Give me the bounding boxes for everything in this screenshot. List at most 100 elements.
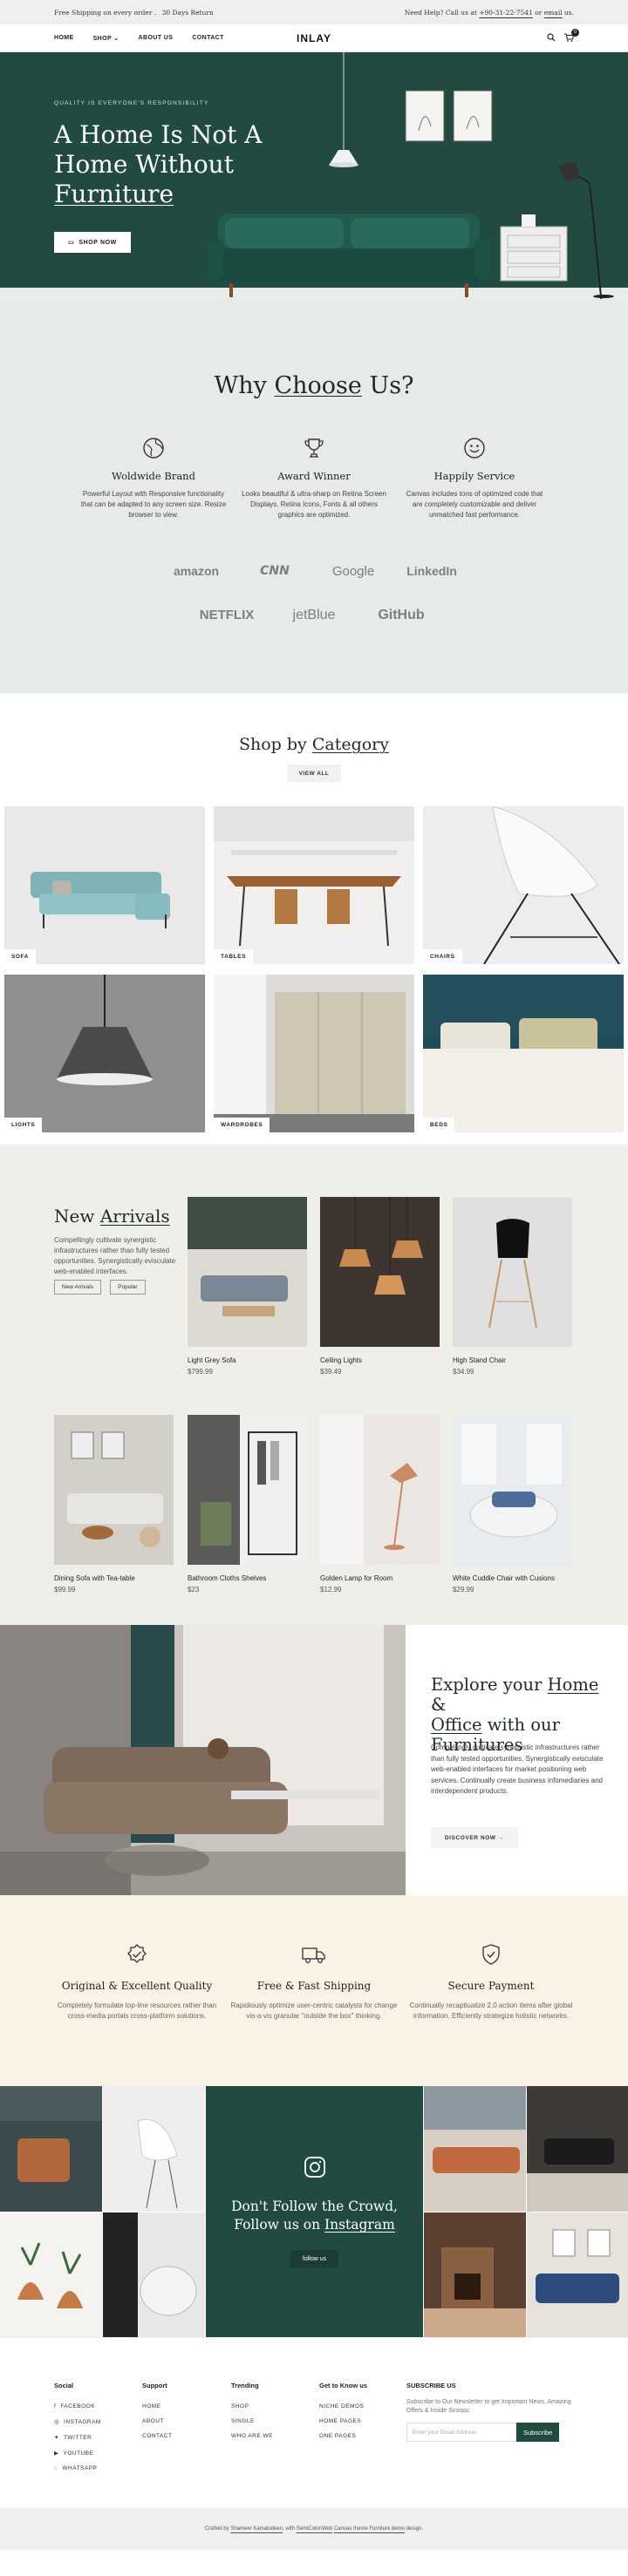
footer-link-twitter[interactable]: ✦ TWITTER [54, 2434, 101, 2442]
copyright-bar: Crafted by Shameer Kamaludeen, with Semi… [0, 2508, 628, 2550]
phone-link[interactable]: +90-31-22-7541 [479, 9, 533, 17]
site-logo[interactable]: INLAY [297, 32, 331, 44]
product-image[interactable] [188, 1415, 307, 1565]
hero-illustration [0, 52, 628, 299]
product-card[interactable]: Dining Sofa with Tea-table $99.99 [54, 1415, 174, 1594]
product-price: $23 [188, 1586, 200, 1594]
feature-title: Happily Service [433, 470, 515, 482]
product-name[interactable]: Light Grey Sofa [188, 1356, 307, 1365]
product-card[interactable]: Golden Lamp for Room $12.99 [320, 1415, 440, 1594]
brand-google-logo: Google [331, 564, 375, 579]
product-price: $34.99 [453, 1368, 474, 1376]
instagram-image[interactable] [424, 2086, 526, 2212]
cart-icon[interactable]: 0 [564, 28, 579, 44]
footer-link[interactable]: WHO ARE WE [231, 2433, 273, 2439]
search-icon[interactable] [547, 32, 556, 44]
instagram-image[interactable] [527, 2086, 628, 2212]
footer-link-whatsapp[interactable]: ◌ WHATSAPP [54, 2465, 101, 2471]
arrivals-title: New Arrivals [54, 1206, 170, 1227]
beds-image [423, 975, 624, 1132]
product-price: $12.99 [320, 1586, 342, 1594]
footer-link-facebook[interactable]: f FACEBOOK [54, 2403, 101, 2409]
feature-title: Secure Payment [447, 1980, 535, 1992]
tab-new-arrivals[interactable]: New Arrivals [54, 1280, 102, 1295]
tab-popular[interactable]: Popular [110, 1280, 146, 1295]
category-tile-beds[interactable]: BEDS [423, 975, 624, 1132]
youtube-icon: ▶ [54, 2450, 59, 2457]
product-name[interactable]: Ceiling Lights [320, 1356, 440, 1365]
instagram-image[interactable] [0, 2086, 102, 2212]
instagram-icon[interactable] [304, 2156, 326, 2178]
product-name[interactable]: Golden Lamp for Room [320, 1573, 440, 1583]
subscribe-button[interactable]: Subscribe [516, 2423, 560, 2442]
author-link[interactable]: Shameer Kamaludeen [230, 2526, 283, 2532]
product-image[interactable] [320, 1415, 440, 1565]
instagram-image[interactable] [424, 2212, 526, 2337]
product-name[interactable]: High Stand Chair [453, 1356, 572, 1365]
chairs-image [423, 806, 624, 964]
hero-section: QUALITY IS EVERYONE'S RESPONSIBILITY A H… [0, 52, 628, 299]
instagram-image[interactable] [103, 2212, 205, 2337]
footer-link[interactable]: ABOUT [142, 2418, 172, 2424]
footer-link[interactable]: SINGLE [231, 2418, 273, 2424]
category-tile-lights[interactable]: LIGHTS [4, 975, 205, 1132]
product-card[interactable]: Bathroom Cloths Shelves $23 [188, 1415, 307, 1594]
footer-link-instagram[interactable]: ◎ INSTAGRAM [54, 2418, 101, 2426]
brand-jetblue-logo: jetBlue [292, 608, 336, 622]
nav-contact[interactable]: CONTACT [192, 35, 224, 42]
product-name[interactable]: Dining Sofa with Tea-table [54, 1573, 174, 1583]
product-card[interactable]: High Stand Chair $34.99 [453, 1197, 572, 1376]
feature-service: Happily Service Canvas includes tons of … [392, 437, 557, 520]
product-image[interactable] [54, 1415, 174, 1565]
instagram-image[interactable] [0, 2212, 102, 2337]
instagram-image[interactable] [527, 2212, 628, 2337]
product-image[interactable] [453, 1197, 572, 1347]
subscribe-text: Subscribe to Our Newsletter to get Impor… [406, 2399, 571, 2414]
top-bar: Free Shipping on every order . 30 Days R… [0, 0, 628, 24]
product-card[interactable]: Ceiling Lights $39.49 [320, 1197, 440, 1376]
semicolonweb-link[interactable]: SemiColonWeb [297, 2526, 333, 2532]
copyright-text: Crafted by Shameer Kamaludeen, with Semi… [204, 2526, 424, 2532]
discover-now-button[interactable]: DISCOVER NOW → [431, 1827, 518, 1848]
feature-text: Canvas includes tons of optimized code t… [406, 490, 543, 519]
feature-payment: Secure Payment Continually recaptiualize… [395, 1943, 587, 2022]
footer-link[interactable]: NICHE DEMOS [319, 2403, 367, 2409]
footer-link-youtube[interactable]: ▶ YOUTUBE [54, 2450, 101, 2457]
email-input[interactable]: Enter your Email Address [406, 2423, 516, 2442]
feature-shipping: Free & Fast Shipping Rapidiously optimiz… [218, 1943, 410, 2022]
nav-about[interactable]: ABOUT US [139, 35, 174, 42]
instagram-section: Don't Follow the Crowd, Follow us on Inst… [0, 2086, 628, 2337]
category-tile-wardrobes[interactable]: WARDROBES [214, 975, 414, 1132]
product-card[interactable]: White Cuddle Chair with Cusions $29.99 [453, 1415, 572, 1594]
product-image[interactable] [320, 1197, 440, 1347]
instagram-title: Don't Follow the Crowd, Follow us on Inst… [231, 2199, 398, 2233]
product-image[interactable] [453, 1415, 572, 1565]
category-tile-chairs[interactable]: CHAIRS [423, 806, 624, 964]
footer-link[interactable]: SHOP [231, 2403, 273, 2409]
view-all-button[interactable]: VIEW ALL [287, 765, 341, 782]
instagram-image[interactable] [103, 2086, 205, 2212]
category-tile-tables[interactable]: TABLES [214, 806, 414, 964]
product-name[interactable]: White Cuddle Chair with Cusions [453, 1573, 572, 1583]
facebook-icon: f [54, 2403, 57, 2409]
product-name[interactable]: Bathroom Cloths Shelves [188, 1573, 307, 1583]
product-card[interactable]: Light Grey Sofa $799.99 [188, 1197, 307, 1376]
brand-logos-row2: NETFLIX jetBlue GitHub [0, 608, 628, 623]
follow-us-button[interactable]: follow us [290, 2250, 339, 2268]
footer-link[interactable]: HOME PAGES [319, 2418, 367, 2424]
brand-github-logo: GitHub [378, 608, 425, 622]
shield-check-icon [482, 1944, 500, 1965]
category-label: LIGHTS [4, 1118, 43, 1132]
twitter-icon: ✦ [54, 2435, 59, 2441]
nav-shop[interactable]: SHOP ⌄ [93, 35, 119, 42]
category-title: Shop by Category [238, 735, 389, 754]
canvas-demo-link[interactable]: Canvas theme Furniture demo [334, 2526, 405, 2532]
email-link[interactable]: email [544, 9, 563, 17]
footer-link[interactable]: ONE PAGES [319, 2433, 367, 2439]
category-tile-sofa[interactable]: SOFA [4, 806, 205, 964]
nav-home[interactable]: HOME [54, 35, 74, 42]
product-image[interactable] [188, 1197, 307, 1347]
footer-link[interactable]: HOME [142, 2403, 172, 2409]
footer-link[interactable]: CONTACT [142, 2433, 172, 2439]
chevron-down-icon: ⌄ [113, 35, 119, 42]
